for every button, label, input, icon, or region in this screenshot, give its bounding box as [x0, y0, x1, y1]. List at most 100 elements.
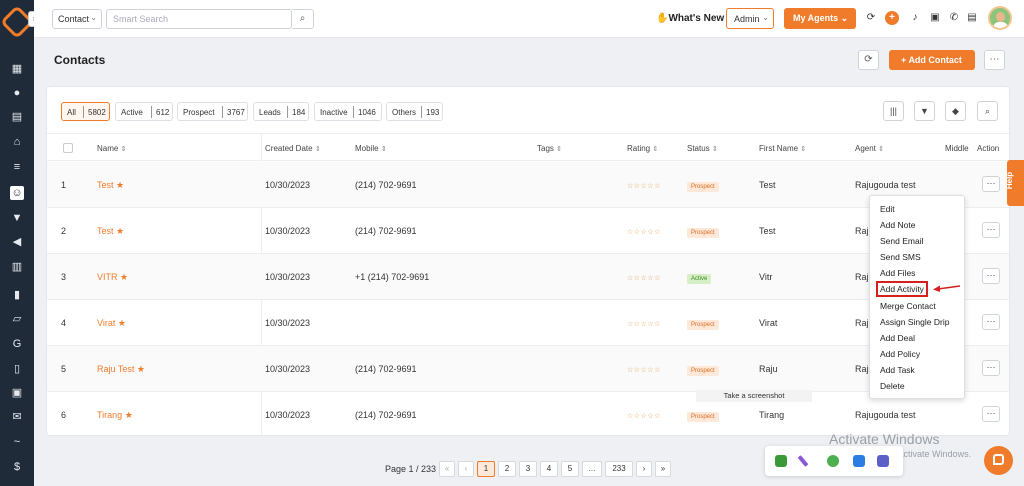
refresh-button[interactable]: ⟳ — [858, 50, 879, 70]
filter-leads[interactable]: Leads 184 — [253, 102, 309, 121]
documents-icon[interactable]: ▤ — [10, 110, 24, 124]
bell-icon[interactable]: ♪ — [908, 11, 922, 25]
table-row[interactable]: 5 Raju Test ★ 10/30/2023 (214) 702-9691 … — [47, 346, 1009, 392]
filter-others[interactable]: Others 193 — [386, 102, 443, 121]
add-icon[interactable]: + — [885, 11, 899, 25]
contact-name-link[interactable]: Raju Test ★ — [97, 364, 145, 375]
role-select[interactable]: Admin ⌄ — [726, 8, 774, 29]
rating-stars[interactable]: ☆☆☆☆☆ — [627, 366, 661, 374]
page-1-button[interactable]: 1 — [477, 461, 495, 477]
page-2-button[interactable]: 2 — [498, 461, 516, 477]
page-last-button[interactable]: » — [655, 461, 671, 477]
teams-icon[interactable] — [877, 455, 889, 467]
whats-new-link[interactable]: ✋What's New — [656, 13, 724, 24]
menu-item-add-policy[interactable]: Add Policy — [880, 349, 920, 359]
page-prev-button[interactable]: ‹ — [458, 461, 474, 477]
table-row[interactable]: 1 Test ★ 10/30/2023 (214) 702-9691 ☆☆☆☆☆… — [47, 162, 1009, 208]
col-created-date[interactable]: Created Date ⇕ — [265, 144, 321, 153]
filter-icon[interactable]: ▼ — [914, 101, 935, 121]
recycle-icon[interactable] — [827, 455, 839, 467]
add-contact-button[interactable]: + Add Contact — [889, 50, 975, 70]
table-row[interactable]: 2 Test ★ 10/30/2023 (214) 702-9691 ☆☆☆☆☆… — [47, 208, 1009, 254]
users-icon[interactable]: ● — [10, 86, 24, 100]
rating-stars[interactable]: ☆☆☆☆☆ — [627, 228, 661, 236]
bank-icon[interactable]: ⌂ — [10, 135, 24, 149]
smart-search-input[interactable]: Smart Search — [106, 9, 292, 29]
menu-item-add-task[interactable]: Add Task — [880, 365, 915, 375]
rating-stars[interactable]: ☆☆☆☆☆ — [627, 320, 661, 328]
rating-stars[interactable]: ☆☆☆☆☆ — [627, 412, 661, 420]
search-icon[interactable]: ⌕ — [977, 101, 998, 121]
contact-name-link[interactable]: VITR ★ — [97, 272, 128, 283]
row-action-button[interactable]: ⋯ — [982, 222, 1000, 238]
pen-icon[interactable] — [797, 455, 809, 467]
menu-item-edit[interactable]: Edit — [880, 204, 895, 214]
megaphone-icon[interactable]: ◀ — [10, 235, 24, 249]
col-mobile[interactable]: Mobile ⇕ — [355, 144, 387, 153]
contact-name-link[interactable]: Test ★ — [97, 226, 124, 237]
table-row[interactable]: 3 VITR ★ 10/30/2023 +1 (214) 702-9691 ☆☆… — [47, 254, 1009, 300]
menu-item-add-files[interactable]: Add Files — [880, 268, 915, 278]
search-scope-select[interactable]: Contact ⌄ — [52, 9, 102, 29]
notes-icon[interactable]: ▥ — [10, 260, 24, 274]
menu-item-delete[interactable]: Delete — [880, 381, 905, 391]
contact-name-link[interactable]: Virat ★ — [97, 318, 126, 329]
search-icon[interactable]: ⌕ — [292, 9, 314, 29]
menu-item-send-sms[interactable]: Send SMS — [880, 252, 921, 262]
rating-stars[interactable]: ☆☆☆☆☆ — [627, 274, 661, 282]
col-status[interactable]: Status ⇕ — [687, 144, 718, 153]
shield-check-icon[interactable] — [775, 455, 787, 467]
notification-icon[interactable]: ▣ — [928, 11, 942, 25]
refresh-icon[interactable]: ⟳ — [864, 11, 878, 25]
contact-name-link[interactable]: Tirang ★ — [97, 410, 133, 421]
contacts-icon[interactable]: ☺ — [10, 186, 24, 200]
col-middle[interactable]: Middle — [945, 144, 969, 153]
menu-item-add-activity[interactable]: Add Activity — [876, 281, 928, 297]
calendar-icon[interactable]: ▣ — [10, 386, 24, 400]
contact-name-link[interactable]: Test ★ — [97, 180, 124, 191]
dollar-icon[interactable]: $ — [10, 460, 24, 474]
handshake-icon[interactable]: ~ — [10, 435, 24, 449]
filter-prospect[interactable]: Prospect 3767 — [177, 102, 248, 121]
select-all-checkbox[interactable] — [63, 143, 73, 153]
row-action-button[interactable]: ⋯ — [982, 406, 1000, 422]
filter-icon[interactable]: ▼ — [10, 211, 24, 225]
menu-item-add-note[interactable]: Add Note — [880, 220, 915, 230]
mail-icon[interactable]: ✉ — [10, 410, 24, 424]
row-action-button[interactable]: ⋯ — [982, 314, 1000, 330]
row-action-button[interactable]: ⋯ — [982, 360, 1000, 376]
phone-icon[interactable]: ✆ — [947, 11, 961, 25]
page-5-button[interactable]: 5 — [561, 461, 579, 477]
menu-item-assign-single-drip[interactable]: Assign Single Drip — [880, 317, 949, 327]
row-action-button[interactable]: ⋯ — [982, 176, 1000, 192]
my-agents-button[interactable]: My Agents ⌄ — [784, 8, 856, 29]
row-action-button[interactable]: ⋯ — [982, 268, 1000, 284]
more-options-button[interactable]: ⋯ — [984, 50, 1005, 70]
page-first-button[interactable]: « — [439, 461, 455, 477]
col-tags[interactable]: Tags ⇕ — [537, 144, 562, 153]
tag-icon[interactable]: ◆ — [945, 101, 966, 121]
filter-active[interactable]: Active 612 — [115, 102, 173, 121]
menu-item-merge-contact[interactable]: Merge Contact — [880, 301, 936, 311]
menu-item-add-deal[interactable]: Add Deal — [880, 333, 915, 343]
dashboard-icon[interactable]: ▦ — [10, 62, 24, 76]
col-name[interactable]: Name ⇕ — [97, 144, 126, 153]
list-icon[interactable]: ≡ — [10, 160, 24, 174]
filter-inactive[interactable]: Inactive 1046 — [314, 102, 382, 121]
filter-all[interactable]: All 5802 — [61, 102, 110, 121]
col-first-name[interactable]: First Name ⇕ — [759, 144, 806, 153]
page-4-button[interactable]: 4 — [540, 461, 558, 477]
menu-item-send-email[interactable]: Send Email — [880, 236, 923, 246]
rating-stars[interactable]: ☆☆☆☆☆ — [627, 182, 661, 190]
user-avatar[interactable] — [988, 6, 1012, 30]
page-last-number-button[interactable]: 233 — [605, 461, 633, 477]
page-next-button[interactable]: › — [636, 461, 652, 477]
google-icon[interactable]: G — [10, 337, 24, 351]
calculator-icon[interactable]: ▤ — [965, 11, 979, 25]
reports-icon[interactable]: ▮ — [10, 288, 24, 302]
columns-icon[interactable]: ||| — [883, 101, 904, 121]
folder-icon[interactable]: ▱ — [10, 312, 24, 326]
security-icon[interactable] — [853, 455, 865, 467]
table-row[interactable]: 4 Virat ★ 10/30/2023 ☆☆☆☆☆ Prospect Vira… — [47, 300, 1009, 346]
help-tab[interactable]: Help — [1005, 160, 1024, 206]
